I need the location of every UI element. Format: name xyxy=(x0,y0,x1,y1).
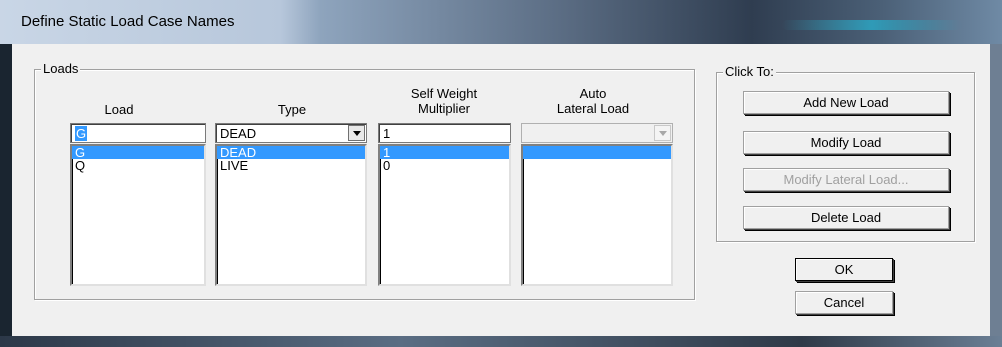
add-new-load-button[interactable]: Add New Load xyxy=(743,91,949,114)
column-header-auto-lateral-load: Auto Lateral Load xyxy=(556,86,630,116)
load-list[interactable]: G Q xyxy=(70,144,206,286)
modify-load-button[interactable]: Modify Load xyxy=(743,131,949,154)
list-item[interactable]: Q xyxy=(72,159,204,172)
chevron-down-icon xyxy=(659,131,667,136)
auto-lateral-load-select[interactable] xyxy=(521,123,673,143)
auto-lateral-list[interactable] xyxy=(521,144,673,286)
multiplier-list[interactable]: 1 0 xyxy=(378,144,511,286)
list-item[interactable]: 1 xyxy=(380,146,509,159)
type-dropdown-button[interactable] xyxy=(348,125,365,141)
column-header-self-weight-multiplier: Self Weight Multiplier xyxy=(410,86,478,116)
modify-lateral-load-button[interactable]: Modify Lateral Load... xyxy=(743,168,949,191)
delete-load-button[interactable]: Delete Load xyxy=(743,206,949,229)
load-name-input[interactable]: G xyxy=(70,123,206,143)
column-header-load: Load xyxy=(104,102,134,117)
list-item[interactable] xyxy=(523,159,671,172)
click-to-group: Click To: Add New Load Modify Load Modif… xyxy=(716,64,975,242)
column-header-type: Type xyxy=(277,102,307,117)
self-weight-multiplier-input[interactable]: 1 xyxy=(378,123,511,143)
loads-group: Loads Load Type Self Weight Multiplier A… xyxy=(34,61,695,300)
click-to-group-label: Click To: xyxy=(723,64,776,79)
auto-lateral-dropdown-button[interactable] xyxy=(654,125,671,141)
title-bar[interactable]: Define Static Load Case Names xyxy=(0,0,1002,44)
window-bottom-border xyxy=(0,336,1002,347)
ok-button[interactable]: OK xyxy=(795,258,893,281)
list-item[interactable]: 0 xyxy=(380,159,509,172)
chevron-down-icon xyxy=(353,131,361,136)
window-left-border xyxy=(0,44,12,347)
window-title: Define Static Load Case Names xyxy=(21,13,235,30)
list-item[interactable]: G xyxy=(72,146,204,159)
type-list[interactable]: DEAD LIVE xyxy=(215,144,367,286)
cancel-button[interactable]: Cancel xyxy=(795,291,893,314)
load-type-select[interactable]: DEAD xyxy=(215,123,367,143)
dialog-client-area: Loads Load Type Self Weight Multiplier A… xyxy=(12,44,990,336)
title-bar-glow xyxy=(782,20,962,30)
loads-group-label: Loads xyxy=(41,61,81,76)
list-item[interactable] xyxy=(523,146,671,159)
dialog-window: Define Static Load Case Names Loads Load… xyxy=(0,0,1002,347)
list-item[interactable]: LIVE xyxy=(217,159,365,172)
